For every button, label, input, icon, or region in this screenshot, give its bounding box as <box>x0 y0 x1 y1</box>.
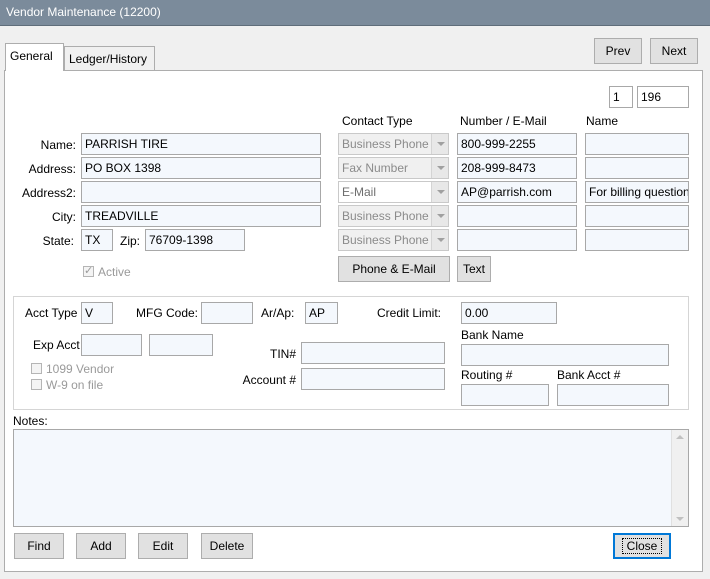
name-field[interactable]: PARRISH TIRE <box>81 133 321 155</box>
find-button[interactable]: Find <box>14 533 64 559</box>
contact-number-3[interactable]: AP@parrish.com <box>457 181 577 203</box>
exp-acct-label: Exp Acct <box>33 338 80 352</box>
prev-button[interactable]: Prev <box>594 38 642 64</box>
bank-name-field[interactable] <box>461 344 669 366</box>
chevron-down-icon <box>431 206 448 226</box>
vendor-1099-label: 1099 Vendor <box>46 362 115 376</box>
bank-acct-label: Bank Acct # <box>557 368 621 382</box>
city-field[interactable]: TREADVILLE <box>81 205 321 227</box>
contact-name-1[interactable] <box>585 133 689 155</box>
notes-value <box>14 430 688 436</box>
contact-type-2[interactable]: Fax Number <box>338 157 449 179</box>
record-index[interactable]: 1 <box>609 86 633 108</box>
chevron-down-icon <box>431 230 448 250</box>
acct-type-field[interactable]: V <box>81 302 113 324</box>
contact-number-1[interactable]: 800-999-2255 <box>457 133 577 155</box>
name-label: Name: <box>40 138 76 152</box>
tab-general-label: General <box>10 49 53 63</box>
contact-number-5[interactable] <box>457 229 577 251</box>
exp-acct-field-1[interactable] <box>81 334 142 356</box>
state-label: State: <box>42 234 74 248</box>
contact-name-3[interactable]: For billing questions <box>585 181 689 203</box>
tab-ledger-history-label: Ledger/History <box>69 52 148 66</box>
title-bar: Vendor Maintenance (12200) <box>0 0 710 26</box>
contact-name-2[interactable] <box>585 157 689 179</box>
close-button-label: Close <box>621 538 663 554</box>
active-label: Active <box>98 265 131 279</box>
scroll-down-icon[interactable] <box>676 517 684 521</box>
arap-label: Ar/Ap: <box>261 306 295 320</box>
bank-acct-field[interactable] <box>557 384 669 406</box>
contact-number-4[interactable] <box>457 205 577 227</box>
contact-name-header: Name <box>586 114 619 128</box>
scroll-up-icon[interactable] <box>676 435 684 439</box>
contact-type-4-value: Business Phone <box>342 209 429 223</box>
notes-scrollbar[interactable] <box>671 430 688 526</box>
contact-type-3-value: E-Mail <box>342 185 377 199</box>
notes-label: Notes: <box>13 414 48 428</box>
mfg-code-label: MFG Code: <box>136 306 199 320</box>
address-label: Address: <box>28 162 76 176</box>
contact-type-4[interactable]: Business Phone <box>338 205 449 227</box>
delete-button[interactable]: Delete <box>201 533 253 559</box>
add-button[interactable]: Add <box>76 533 126 559</box>
number-email-header: Number / E-Mail <box>460 114 547 128</box>
phone-email-button[interactable]: Phone & E-Mail <box>338 256 450 282</box>
credit-limit-label: Credit Limit: <box>377 306 442 320</box>
tin-label: TIN# <box>269 347 296 361</box>
routing-label: Routing # <box>461 368 513 382</box>
exp-acct-field-2[interactable] <box>149 334 213 356</box>
chevron-down-icon <box>431 134 448 154</box>
contact-type-3[interactable]: E-Mail <box>338 181 449 203</box>
address2-field[interactable] <box>81 181 321 203</box>
contact-type-5-value: Business Phone <box>342 233 429 247</box>
active-checkbox[interactable] <box>83 264 94 277</box>
tab-ledger-history[interactable]: Ledger/History <box>64 46 155 71</box>
arap-field[interactable]: AP <box>305 302 338 324</box>
contact-name-5[interactable] <box>585 229 689 251</box>
close-button[interactable]: Close <box>613 533 671 559</box>
account-no-field[interactable] <box>301 368 445 390</box>
routing-field[interactable] <box>461 384 549 406</box>
notes-textarea[interactable] <box>13 429 689 527</box>
edit-button[interactable]: Edit <box>138 533 188 559</box>
zip-label: Zip: <box>120 234 141 248</box>
address2-label: Address2: <box>21 186 76 200</box>
acct-type-label: Acct Type <box>25 306 78 320</box>
account-no-label: Account # <box>242 373 296 387</box>
credit-limit-field[interactable]: 0.00 <box>461 302 557 324</box>
contact-type-1-value: Business Phone <box>342 137 429 151</box>
state-field[interactable]: TX <box>81 229 113 251</box>
contact-type-1[interactable]: Business Phone <box>338 133 449 155</box>
tin-field[interactable] <box>301 342 445 364</box>
bank-name-label: Bank Name <box>461 328 524 342</box>
text-button[interactable]: Text <box>457 256 491 282</box>
city-label: City: <box>52 210 76 224</box>
tab-general[interactable]: General <box>5 43 64 71</box>
contact-type-5[interactable]: Business Phone <box>338 229 449 251</box>
mfg-code-field[interactable] <box>201 302 253 324</box>
next-button[interactable]: Next <box>650 38 698 64</box>
chevron-down-icon <box>431 182 448 202</box>
zip-field[interactable]: 76709-1398 <box>145 229 245 251</box>
chevron-down-icon <box>431 158 448 178</box>
contact-type-2-value: Fax Number <box>342 161 409 175</box>
window-title: Vendor Maintenance (12200) <box>6 5 161 19</box>
address-field[interactable]: PO BOX 1398 <box>81 157 321 179</box>
vendor-1099-checkbox[interactable] <box>31 363 42 374</box>
record-total: 196 <box>637 86 689 108</box>
w9-checkbox[interactable] <box>31 379 42 390</box>
contact-number-2[interactable]: 208-999-8473 <box>457 157 577 179</box>
w9-label: W-9 on file <box>46 378 104 392</box>
contact-type-header: Contact Type <box>342 114 413 128</box>
contact-name-4[interactable] <box>585 205 689 227</box>
